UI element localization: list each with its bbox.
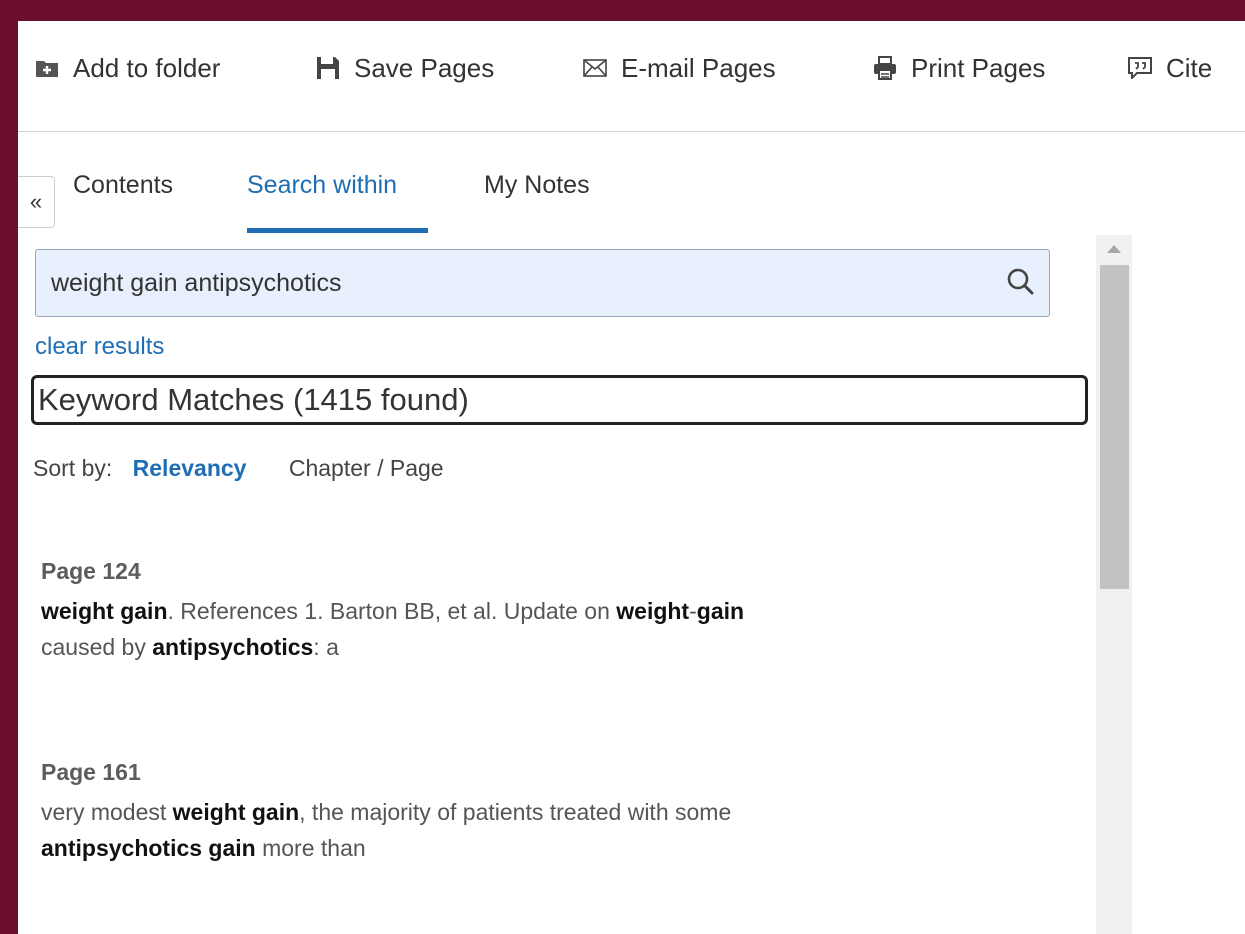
search-result[interactable]: Page 161 very modest weight gain, the ma… bbox=[41, 759, 1081, 866]
sidebar-tabs: « Contents Search within My Notes bbox=[18, 131, 1245, 236]
active-tab-indicator bbox=[247, 228, 428, 233]
result-snippet: weight gain. References 1. Barton BB, et… bbox=[41, 598, 745, 660]
sort-label: Sort by: bbox=[33, 455, 113, 481]
add-to-folder-button[interactable]: Add to folder bbox=[35, 53, 220, 83]
search-button[interactable] bbox=[1003, 266, 1037, 300]
result-page-number[interactable]: Page 161 bbox=[41, 759, 1081, 786]
reader-panel: Add to folder Save Pages E-mail Pages Pr… bbox=[18, 21, 1245, 934]
scrollbar-thumb[interactable] bbox=[1100, 265, 1129, 589]
email-pages-label: E-mail Pages bbox=[621, 52, 776, 83]
tab-contents[interactable]: Contents bbox=[73, 171, 173, 200]
sort-bar: Sort by: Relevancy Chapter / Page bbox=[33, 455, 444, 482]
add-to-folder-label: Add to folder bbox=[73, 52, 221, 83]
save-pages-button[interactable]: Save Pages bbox=[316, 53, 494, 83]
double-chevron-left-icon: « bbox=[29, 189, 43, 214]
printer-icon bbox=[873, 56, 897, 80]
search-input[interactable] bbox=[36, 250, 986, 316]
keyword-matches-heading[interactable]: Keyword Matches (1415 found) bbox=[31, 375, 1088, 425]
save-pages-label: Save Pages bbox=[354, 52, 495, 83]
clear-results-link[interactable]: clear results bbox=[35, 333, 164, 361]
search-result[interactable]: Page 124 weight gain. References 1. Bart… bbox=[41, 558, 1081, 665]
search-icon bbox=[1006, 267, 1034, 300]
sort-option-chapter-page[interactable]: Chapter / Page bbox=[289, 455, 444, 482]
email-pages-button[interactable]: E-mail Pages bbox=[583, 53, 776, 83]
toolbar: Add to folder Save Pages E-mail Pages Pr… bbox=[18, 21, 1245, 132]
sort-option-relevancy[interactable]: Relevancy bbox=[133, 455, 247, 482]
floppy-disk-icon bbox=[316, 56, 340, 80]
cite-button[interactable]: Cite bbox=[1128, 53, 1212, 83]
collapse-sidebar-button[interactable]: « bbox=[18, 176, 55, 228]
cite-label: Cite bbox=[1166, 52, 1213, 83]
results-scrollbar[interactable] bbox=[1096, 235, 1132, 934]
tab-my-notes[interactable]: My Notes bbox=[484, 171, 590, 200]
envelope-icon bbox=[583, 59, 607, 77]
folder-plus-icon bbox=[35, 58, 59, 78]
print-pages-label: Print Pages bbox=[911, 52, 1046, 83]
tab-search-within[interactable]: Search within bbox=[247, 171, 397, 200]
print-pages-button[interactable]: Print Pages bbox=[873, 53, 1045, 83]
result-page-number[interactable]: Page 124 bbox=[41, 558, 1081, 585]
result-snippet: very modest weight gain, the majority of… bbox=[41, 799, 732, 861]
search-within-box bbox=[35, 249, 1050, 317]
quote-bubble-icon bbox=[1128, 57, 1152, 79]
scroll-up-arrow-icon[interactable] bbox=[1107, 245, 1121, 253]
